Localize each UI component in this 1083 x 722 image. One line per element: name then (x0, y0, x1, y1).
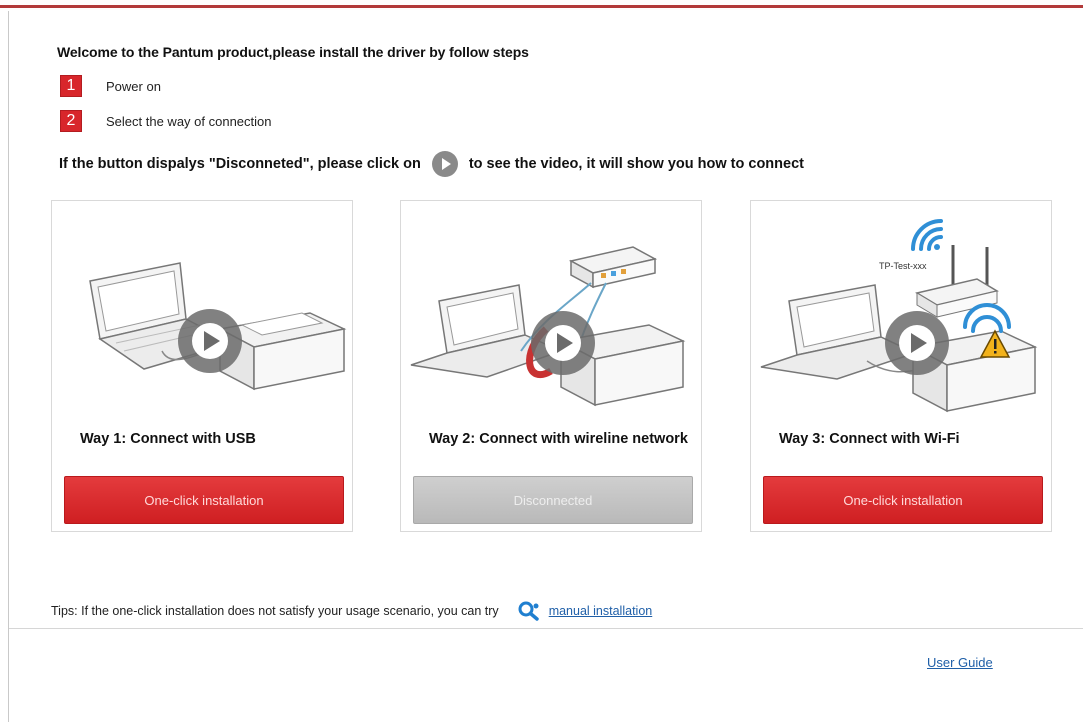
user-guide-link[interactable]: User Guide (927, 655, 993, 670)
one-click-install-usb-button[interactable]: One-click installation (64, 476, 344, 524)
network-name-label: TP-Test-xxx (879, 261, 927, 271)
usb-connection-illustration (89, 262, 347, 391)
search-icon[interactable] (517, 600, 541, 622)
connection-card-wifi: TP-Test-xxx Way 3: Connect with Wi-Fi On… (750, 200, 1052, 532)
connection-card-usb: Way 1: Connect with USB One-click instal… (51, 200, 353, 532)
connection-card-wireline: Way 2: Connect with wireline network Dis… (400, 200, 702, 532)
step-number-badge: 2 (60, 110, 82, 132)
footer-divider (9, 628, 1083, 629)
manual-installation-link[interactable]: manual installation (549, 604, 653, 618)
one-click-install-wifi-button[interactable]: One-click installation (763, 476, 1043, 524)
wireline-connection-illustration (410, 246, 686, 407)
card-title: Way 3: Connect with Wi-Fi (779, 431, 960, 447)
instruction-text-before: If the button dispalys "Disconneted", pl… (59, 156, 421, 172)
video-instruction: If the button dispalys "Disconneted", pl… (59, 150, 804, 178)
play-icon (431, 150, 459, 178)
step-2: 2 Select the way of connection (60, 110, 272, 132)
step-text: Select the way of connection (106, 113, 272, 129)
disconnected-button[interactable]: Disconnected (413, 476, 693, 524)
tips-text: Tips: If the one-click installation does… (51, 604, 499, 618)
step-number-badge: 1 (60, 75, 82, 97)
instruction-text-after: to see the video, it will show you how t… (468, 156, 804, 172)
step-1: 1 Power on (60, 75, 161, 97)
welcome-heading: Welcome to the Pantum product,please ins… (57, 44, 529, 60)
tips-row: Tips: If the one-click installation does… (51, 600, 652, 622)
step-text: Power on (106, 78, 161, 94)
window-top-border (0, 0, 1083, 8)
card-title: Way 1: Connect with USB (80, 431, 256, 447)
wifi-connection-illustration: TP-Test-xxx (760, 219, 1038, 413)
card-title: Way 2: Connect with wireline network (429, 431, 688, 447)
